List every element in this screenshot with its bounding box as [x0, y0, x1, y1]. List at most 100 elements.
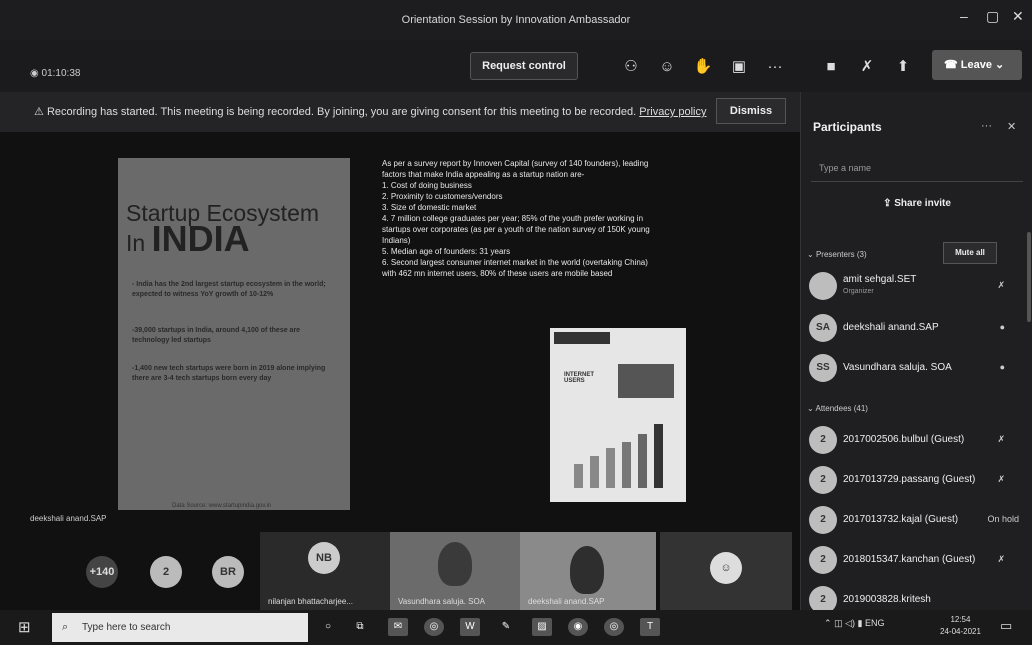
slide-right-text: As per a survey report by Innoven Capita… [382, 158, 662, 279]
tile-name: Vasundhara saluja. SOA [398, 597, 486, 606]
minimize-icon[interactable]: – [960, 8, 968, 24]
clock-date: 24-04-2021 [940, 627, 981, 636]
infographic-map [618, 364, 674, 398]
share-invite-button[interactable]: ⇪ Share invite [811, 190, 1023, 218]
volume-icon[interactable]: ◁) [845, 618, 855, 628]
title-bar: Orientation Session by Innovation Ambass… [0, 0, 1032, 40]
dismiss-button[interactable]: Dismiss [716, 98, 786, 124]
participant-name: 2018015347.kanchan (Guest) [843, 554, 976, 565]
firefox-app-icon[interactable]: ◉ [568, 618, 588, 636]
slide-item: 1. Cost of doing business [382, 181, 472, 190]
attendees-header-text: Attendees (41) [815, 404, 868, 413]
participant-name: 2017013729.passang (Guest) [843, 474, 976, 485]
raise-hand-icon[interactable]: ✋ [692, 56, 714, 78]
battery-icon[interactable]: ▮ [858, 618, 863, 628]
video-tile[interactable]: deekshali anand.SAP [520, 532, 656, 610]
avatar[interactable]: 2 [150, 556, 182, 588]
chat-icon[interactable]: ☺ [656, 56, 678, 78]
cortana-icon[interactable]: ○ [318, 618, 338, 636]
network-icon[interactable]: ◫ [834, 618, 843, 628]
camera-off-icon[interactable]: ■ [820, 56, 842, 78]
taskbar-search-input[interactable]: ⌕ Type here to search [52, 613, 308, 642]
windows-start-icon[interactable]: ⊞ [18, 618, 31, 636]
avatar: 2 [809, 506, 837, 534]
slide-bullet: -39,000 startups in India, around 4,100 … [132, 327, 301, 344]
participant-name: 2017013732.kajal (Guest) [843, 514, 959, 525]
avatar: SS [809, 354, 837, 382]
participant-row[interactable]: 2 2019003828.kritesh [807, 582, 1025, 610]
participant-name: Vasundhara saluja. SOA [843, 362, 952, 373]
close-panel-icon[interactable]: ✕ [1007, 120, 1016, 133]
participant-name: amit sehgal.SET [843, 274, 917, 285]
notifications-icon[interactable]: ▭ [1000, 618, 1012, 634]
taskbar-clock[interactable]: 12:54 24-04-2021 [940, 614, 981, 638]
speaker-label: deekshali anand.SAP [30, 514, 107, 523]
avatar: ☺ [710, 552, 742, 584]
teams-app-icon[interactable]: T [640, 618, 660, 636]
panel-scrollbar[interactable] [1027, 232, 1031, 322]
system-tray: ⌃ ◫ ◁) ▮ ENG [824, 618, 885, 629]
chrome-app-icon[interactable]: ◎ [424, 618, 444, 636]
participant-row[interactable]: 2 2018015347.kanchan (Guest) ✗ [807, 542, 1025, 578]
avatar[interactable]: BR [212, 556, 244, 588]
chrome-app-icon[interactable]: ◎ [604, 618, 624, 636]
privacy-policy-link[interactable]: Privacy policy [639, 106, 706, 118]
participant-row[interactable]: amit sehgal.SET Organizer ✗ [807, 268, 1025, 304]
task-view-icon[interactable]: ⧉ [350, 618, 370, 636]
more-actions-icon[interactable]: ··· [764, 56, 786, 78]
word-app-icon[interactable]: W [460, 618, 480, 636]
leave-button[interactable]: ☎ Leave ⌄ [932, 50, 1022, 80]
more-options-icon[interactable]: ··· [981, 120, 992, 132]
participants-icon[interactable]: ⚇ [620, 56, 642, 78]
tile-name: nilanjan bhattacharjee... [268, 597, 353, 606]
participant-search-input[interactable]: Type a name [811, 154, 1023, 182]
participant-tile[interactable]: ☺ [660, 532, 792, 610]
video-person-silhouette [438, 542, 472, 586]
mute-all-button[interactable]: Mute all [943, 242, 997, 264]
slide-item: 6. Second largest consumer internet mark… [382, 258, 648, 278]
paint-app-icon[interactable]: ✎ [496, 618, 516, 636]
share-icon: ⇪ [883, 198, 892, 209]
request-control-button[interactable]: Request control [470, 52, 578, 80]
avatar [809, 272, 837, 300]
mic-off-icon: ✗ [997, 280, 1005, 290]
mic-off-icon: ✗ [997, 474, 1005, 484]
participant-row[interactable]: SA deekshali anand.SAP ● [807, 310, 1025, 346]
language-indicator[interactable]: ENG [865, 618, 885, 628]
avatar: 2 [809, 546, 837, 574]
video-tile[interactable]: Vasundhara saluja. SOA [390, 532, 520, 610]
photos-app-icon[interactable]: ▨ [532, 618, 552, 636]
participant-tile[interactable]: NB nilanjan bhattacharjee... [260, 532, 390, 610]
banner-text: Recording has started. This meeting is b… [46, 106, 637, 118]
slide-intro: As per a survey report by Innoven Capita… [382, 159, 649, 179]
participant-status: On hold [987, 514, 1019, 524]
presenters-header[interactable]: ⌄ Presenters (3) [807, 250, 867, 259]
slide-source: Data Source: www.startupindia.gov.in [172, 503, 272, 509]
mic-off-icon[interactable]: ✗ [856, 56, 878, 78]
infographic-bar [622, 442, 631, 488]
participants-panel: Participants ··· ✕ Type a name ⇪ Share i… [800, 92, 1032, 610]
rooms-icon[interactable]: ▣ [728, 56, 750, 78]
more-participants-badge[interactable]: +140 [86, 556, 118, 588]
mail-app-icon[interactable]: ✉ [388, 618, 408, 636]
tray-chevron-icon[interactable]: ⌃ [824, 618, 832, 628]
share-screen-icon[interactable]: ⬆ [892, 56, 914, 78]
mic-off-icon: ✗ [997, 554, 1005, 564]
maximize-icon[interactable]: ▢ [986, 8, 999, 25]
video-person-silhouette [570, 546, 604, 594]
participant-row[interactable]: 2 2017013732.kajal (Guest) On hold [807, 502, 1025, 538]
infographic-bar [590, 456, 599, 488]
timer-text: 01:10:38 [41, 68, 81, 79]
attendees-header[interactable]: ⌄ Attendees (41) [807, 404, 868, 413]
participant-row[interactable]: 2 2017013729.passang (Guest) ✗ [807, 462, 1025, 498]
meeting-timer: ◉ 01:10:38 [30, 68, 81, 79]
participant-name: 2017002506.bulbul (Guest) [843, 434, 965, 445]
participant-row[interactable]: 2 2017002506.bulbul (Guest) ✗ [807, 422, 1025, 458]
windows-taskbar: ⊞ ⌕ Type here to search ○ ⧉ ✉ ◎ W ✎ ▨ ◉ … [0, 610, 1032, 645]
participant-row[interactable]: SS Vasundhara saluja. SOA ● [807, 350, 1025, 386]
avatar: 2 [809, 586, 837, 610]
participant-name: deekshali anand.SAP [843, 322, 939, 333]
slide-item: 3. Size of domestic market [382, 203, 477, 212]
participant-role: Organizer [843, 288, 874, 295]
close-icon[interactable]: ✕ [1012, 8, 1024, 25]
